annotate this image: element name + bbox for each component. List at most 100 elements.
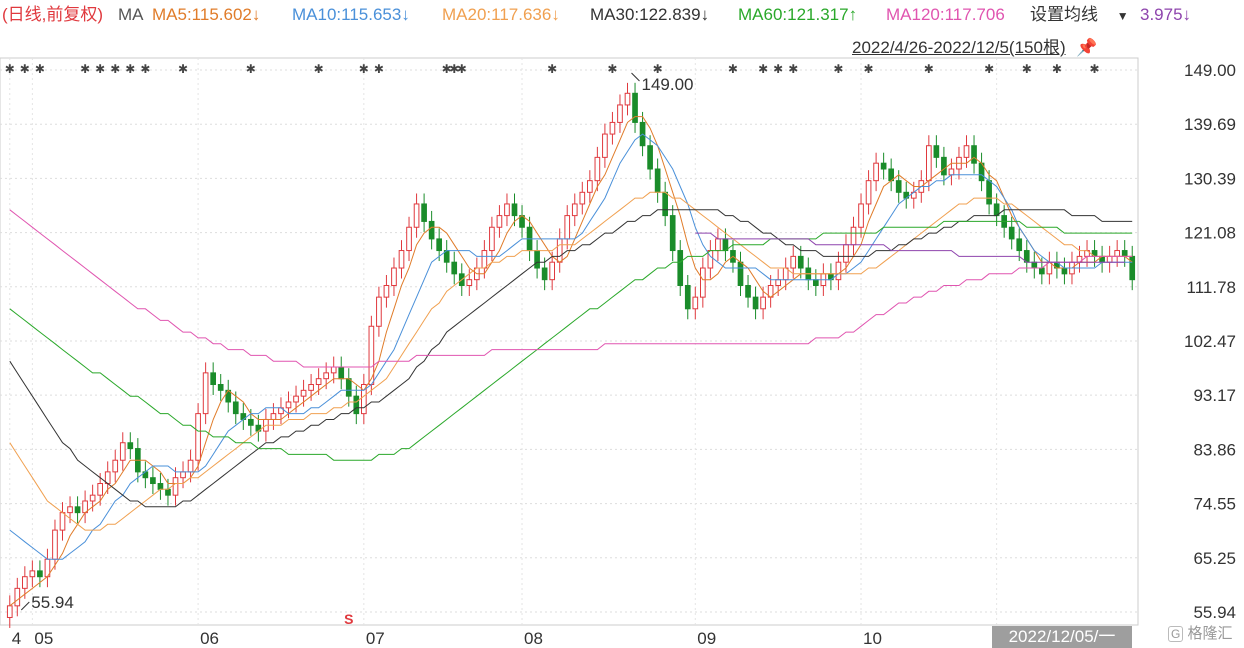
- candle-body: [1121, 250, 1128, 257]
- candle-body: [421, 203, 427, 222]
- candle-body: [481, 250, 488, 269]
- candle-body: [715, 238, 721, 252]
- candle-body: [59, 512, 66, 531]
- candle-body: [119, 442, 126, 461]
- candle-body: [89, 494, 96, 502]
- candle-body: [315, 378, 322, 386]
- signal-marker: ✱: [246, 62, 256, 76]
- candle-body: [880, 162, 887, 170]
- signal-marker: ✱: [833, 62, 843, 76]
- candle-body: [602, 133, 608, 158]
- candle-body: [1061, 267, 1068, 275]
- candle-body: [609, 121, 616, 135]
- signal-marker: ✱: [1090, 62, 1100, 76]
- watermark-logo: G 格隆汇: [1168, 622, 1233, 643]
- candle-body: [127, 442, 134, 450]
- y-tick-label: 83.86: [1193, 440, 1236, 459]
- signal-marker: ✱: [984, 62, 994, 76]
- candle-body: [504, 203, 510, 217]
- candle-body: [330, 366, 337, 374]
- candle-body: [541, 267, 548, 281]
- x-tick-label: 05: [34, 629, 53, 648]
- signal-marker: ✱: [20, 62, 30, 76]
- candle-body: [745, 284, 751, 298]
- candle-body: [511, 203, 518, 217]
- candle-body: [74, 506, 81, 514]
- candle-body: [14, 587, 21, 607]
- candle-body: [150, 477, 156, 485]
- logo-icon: G: [1168, 626, 1184, 642]
- x-tick-label: 07: [366, 629, 385, 648]
- ma120-line: [9, 209, 1133, 368]
- candle-body: [376, 296, 382, 327]
- candle-body: [971, 145, 977, 164]
- candle-body: [97, 483, 104, 496]
- candle-body: [647, 145, 653, 170]
- candle-body: [1016, 238, 1023, 252]
- candle-body: [232, 401, 239, 415]
- x-tick-label: 09: [697, 629, 716, 648]
- s-marker: S: [344, 611, 353, 627]
- candle-body: [760, 296, 766, 310]
- candle-body: [406, 226, 412, 252]
- low-pointer: [20, 601, 30, 611]
- x-tick-label: 06: [200, 629, 219, 648]
- y-tick-label: 149.00: [1184, 61, 1236, 80]
- signal-marker: ✱: [607, 62, 617, 76]
- candle-body: [338, 366, 345, 380]
- candle-body: [6, 605, 13, 618]
- candle-body: [624, 92, 631, 106]
- y-tick-label: 111.78: [1187, 278, 1236, 297]
- cursor-date-badge: 2022/12/05/一: [992, 626, 1132, 648]
- candle-body: [391, 267, 397, 286]
- low-label: 55.94: [31, 593, 74, 612]
- candle-body: [293, 395, 299, 403]
- candle-body: [210, 372, 217, 386]
- candle-body: [37, 570, 43, 578]
- candle-body: [180, 471, 186, 479]
- candle-body: [865, 180, 872, 205]
- candle-body: [398, 250, 405, 269]
- high-pointer: [631, 72, 640, 82]
- candle-body: [112, 459, 119, 473]
- y-tick-label: 55.94: [1193, 603, 1236, 622]
- candle-body: [579, 191, 586, 205]
- candle-body: [1114, 250, 1121, 257]
- candle-body: [737, 261, 744, 286]
- candle-body: [217, 384, 224, 391]
- signal-marker: ✱: [758, 62, 768, 76]
- candle-body: [669, 215, 676, 252]
- candle-body: [797, 255, 804, 269]
- candle-body: [67, 506, 73, 514]
- candle-body: [549, 261, 556, 281]
- y-tick-label: 93.17: [1193, 386, 1236, 405]
- high-label: 149.00: [642, 75, 694, 94]
- candle-body: [308, 384, 314, 391]
- ma30-line: [9, 209, 1133, 508]
- candle-body: [654, 168, 661, 193]
- candle-body: [873, 162, 879, 182]
- y-tick-label: 102.47: [1184, 332, 1236, 351]
- candle-body: [594, 156, 601, 182]
- signal-marker: ✱: [140, 62, 150, 76]
- candle-body: [692, 296, 699, 310]
- candle-body: [534, 250, 540, 269]
- candle-body: [948, 168, 955, 176]
- candle-body: [564, 215, 571, 240]
- candle-body: [496, 215, 503, 228]
- candlestick-chart[interactable]: 149.00 139.69 130.39 121.08 111.78 102.47 93.1…: [0, 0, 1244, 648]
- signal-marker: ✱: [178, 62, 188, 76]
- candle-body: [752, 296, 759, 310]
- candle-body: [165, 488, 171, 496]
- x-tick-label: 4: [12, 629, 21, 648]
- signal-marker: ✱: [125, 62, 135, 76]
- candle-body: [858, 203, 864, 228]
- ma5-line: [9, 116, 1133, 607]
- candle-body: [835, 261, 842, 281]
- candle-body: [617, 104, 623, 123]
- candle-body: [285, 401, 292, 409]
- candle-body: [52, 529, 58, 560]
- candle-body: [812, 279, 819, 286]
- candle-body: [157, 483, 164, 490]
- candle-body: [413, 203, 420, 228]
